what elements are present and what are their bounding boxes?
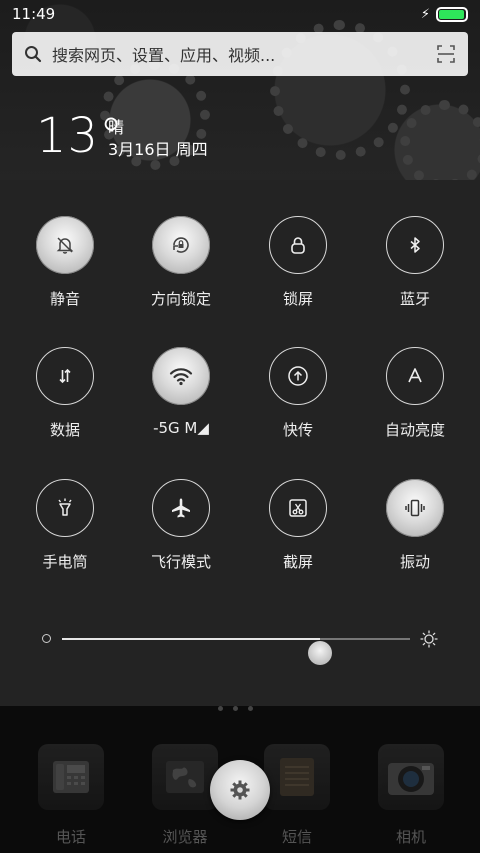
toggle-mute[interactable]: 静音: [5, 216, 125, 309]
page-dot: [233, 706, 238, 711]
gear-icon: [230, 780, 250, 800]
toggle-button[interactable]: [152, 347, 210, 405]
control-center-panel: 静音 方向锁定 锁屏 蓝牙 数据 -5G M◢ 快传 自动亮度 手电筒 飞行模式…: [0, 180, 480, 706]
settings-button[interactable]: [210, 760, 270, 820]
toggle-label: 锁屏: [282, 290, 313, 308]
toggle-button[interactable]: [386, 347, 444, 405]
rotation-lock-icon: [173, 237, 189, 253]
battery-icon: [436, 6, 468, 22]
toggle-button[interactable]: [269, 347, 327, 405]
toggle-button[interactable]: [152, 216, 210, 274]
brightness-track[interactable]: [62, 638, 410, 665]
toggle-label: 快传: [282, 421, 313, 439]
toggle-button[interactable]: [386, 216, 444, 274]
toggle-screenshot[interactable]: 截屏: [238, 479, 358, 572]
toggle-label: 方向锁定: [150, 290, 211, 308]
brightness-high-icon: [420, 630, 438, 648]
weather-date: 3月16日 周四: [108, 140, 208, 159]
brightness-fill: [62, 638, 320, 640]
toggle-rotation-lock[interactable]: 方向锁定: [121, 216, 241, 309]
scan-icon[interactable]: [436, 44, 456, 64]
upload-icon: [288, 366, 308, 386]
toggle-button[interactable]: [386, 479, 444, 537]
search-icon: [25, 46, 42, 63]
toggle-button[interactable]: [269, 479, 327, 537]
toggle-auto-brightness[interactable]: 自动亮度: [355, 347, 475, 440]
page-dot: [218, 706, 223, 711]
app-label: 电话: [55, 828, 86, 846]
brightness-low-icon: [42, 634, 51, 643]
toggle-label: 数据: [49, 421, 80, 439]
app-label: 相机: [395, 828, 426, 846]
toggle-lock-screen[interactable]: 锁屏: [238, 216, 358, 309]
toggle-label: 蓝牙: [399, 290, 430, 308]
airplane-icon: [172, 498, 190, 518]
toggle-vibrate[interactable]: 振动: [355, 479, 475, 572]
toggle-bluetooth[interactable]: 蓝牙: [355, 216, 475, 309]
phone-icon[interactable]: [38, 744, 104, 810]
wifi-icon: [169, 368, 193, 386]
toggle-quick-transfer[interactable]: 快传: [238, 347, 358, 440]
battery-indicator: ⚡: [420, 6, 468, 22]
browser-globe-icon[interactable]: [152, 744, 218, 810]
toggle-wifi[interactable]: -5G M◢: [121, 347, 241, 437]
brightness-slider[interactable]: [0, 624, 480, 665]
app-label: 浏览器: [162, 828, 208, 846]
search-input[interactable]: 搜索网页、设置、应用、视频...: [52, 42, 436, 66]
toggle-flashlight[interactable]: 手电筒: [5, 479, 125, 572]
toggle-button[interactable]: [269, 216, 327, 274]
app-label: 短信: [281, 828, 312, 846]
bell-off-icon: [56, 237, 74, 254]
toggle-label: 自动亮度: [384, 421, 445, 439]
toggle-button[interactable]: [36, 347, 94, 405]
lock-icon: [291, 237, 305, 254]
toggle-label: 飞行模式: [150, 553, 211, 571]
bluetooth-icon: [410, 237, 420, 253]
lightning-icon: ⚡: [420, 6, 430, 22]
page-indicator: [218, 706, 253, 711]
auto-brightness-icon: [408, 368, 422, 383]
weather-condition: 晴: [108, 118, 125, 137]
camera-icon[interactable]: [378, 744, 444, 810]
toggle-mobile-data[interactable]: 数据: [5, 347, 125, 440]
toggle-label: 静音: [49, 290, 80, 308]
search-bar[interactable]: 搜索网页、设置、应用、视频...: [12, 32, 468, 76]
toggle-label: -5G M◢: [153, 419, 209, 437]
vibrate-icon: [405, 499, 425, 517]
flashlight-icon: [58, 498, 72, 516]
messages-icon[interactable]: [264, 744, 330, 810]
status-bar: 11:49 ⚡: [0, 0, 480, 28]
toggle-button[interactable]: [152, 479, 210, 537]
toggle-label: 截屏: [282, 553, 313, 571]
toggle-label: 手电筒: [42, 553, 88, 571]
data-arrows-icon: [59, 368, 71, 384]
status-time: 11:49: [12, 5, 56, 23]
screenshot-icon: [289, 499, 307, 517]
dock-app-camera[interactable]: 相机: [366, 744, 456, 847]
toggle-button[interactable]: [36, 479, 94, 537]
page-dot: [248, 706, 253, 711]
battery-level-fill: [439, 9, 464, 19]
toggle-label: 振动: [399, 553, 430, 571]
toggle-airplane-mode[interactable]: 飞行模式: [121, 479, 241, 572]
brightness-knob[interactable]: [307, 641, 332, 665]
gear-decoration: [400, 100, 480, 190]
dock-app-phone[interactable]: 电话: [26, 744, 116, 847]
toggle-button[interactable]: [36, 216, 94, 274]
